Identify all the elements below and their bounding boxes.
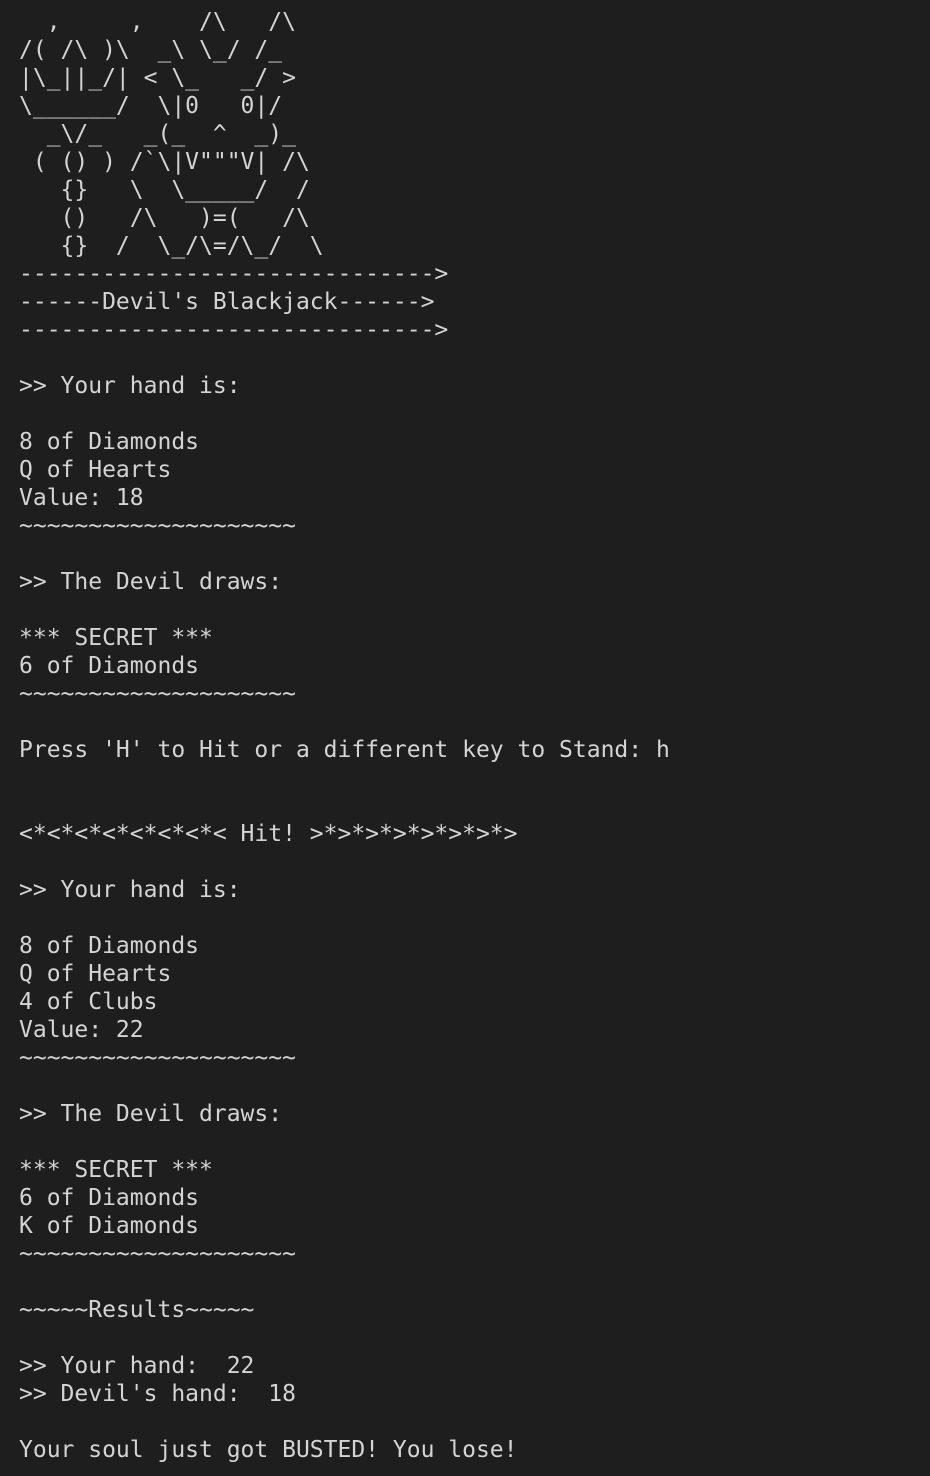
devil-hand-heading: >> The Devil draws:: [19, 569, 283, 595]
devil-card: 6 of Diamonds: [19, 653, 200, 679]
devil-secret-card: *** SECRET ***: [19, 625, 213, 651]
section-divider: ~~~~~~~~~~~~~~~~~~~~: [19, 681, 296, 707]
devil-ascii-art-line: () /\ )=( /\: [19, 205, 310, 231]
devil-ascii-art-line: ( () ) /`\|V"""V| /\: [19, 149, 310, 175]
player-hand-heading: >> Your hand is:: [19, 877, 241, 903]
result-devil-hand: >> Devil's hand: 18: [19, 1381, 296, 1407]
devil-ascii-art-line: \______/ \|0 0|/: [19, 93, 283, 119]
player-hand-heading: >> Your hand is:: [19, 373, 241, 399]
hit-banner: <*<*<*<*<*<*<*< Hit! >*>*>*>*>*>*>*>: [19, 821, 518, 847]
terminal-output: , , /\ /\/( /\ )\ _\ \_/ /_ |\_||_/| < \_…: [19, 8, 919, 1464]
player-hand-value: Value: 22: [19, 1017, 144, 1043]
devil-card: K of Diamonds: [19, 1213, 200, 1239]
devil-ascii-art-line: |\_||_/| < \_ _/ >: [19, 65, 296, 91]
section-divider: ~~~~~~~~~~~~~~~~~~~~: [19, 513, 296, 539]
game-title: ------Devil's Blackjack------>: [19, 289, 435, 315]
devil-card: 6 of Diamonds: [19, 1185, 200, 1211]
title-banner-rule: ------------------------------>: [19, 317, 449, 343]
title-banner-rule: ------------------------------>: [19, 261, 449, 287]
player-card: 8 of Diamonds: [19, 933, 200, 959]
section-divider: ~~~~~~~~~~~~~~~~~~~~: [19, 1241, 296, 1267]
player-card: 4 of Clubs: [19, 989, 158, 1015]
devil-ascii-art-line: {} / \_/\=/\_/ \: [19, 233, 324, 259]
player-hand-value: Value: 18: [19, 485, 144, 511]
game-outcome-message: Your soul just got BUSTED! You lose!: [19, 1437, 518, 1463]
hit-or-stand-prompt[interactable]: Press 'H' to Hit or a different key to S…: [19, 736, 919, 764]
terminal-window[interactable]: , , /\ /\/( /\ )\ _\ \_/ /_ |\_||_/| < \_…: [0, 0, 930, 1476]
devil-hand-heading: >> The Devil draws:: [19, 1101, 283, 1127]
player-card: Q of Hearts: [19, 961, 172, 987]
devil-ascii-art-line: , , /\ /\: [19, 9, 296, 35]
results-heading: ~~~~~Results~~~~~: [19, 1297, 255, 1323]
player-card: 8 of Diamonds: [19, 429, 200, 455]
result-player-hand: >> Your hand: 22: [19, 1353, 255, 1379]
section-divider: ~~~~~~~~~~~~~~~~~~~~: [19, 1045, 296, 1071]
devil-secret-card: *** SECRET ***: [19, 1157, 213, 1183]
devil-ascii-art-line: {} \ \_____/ /: [19, 177, 310, 203]
devil-ascii-art-line: _\/_ _(_ ^ _)_: [19, 121, 296, 147]
player-card: Q of Hearts: [19, 457, 172, 483]
devil-ascii-art-line: /( /\ )\ _\ \_/ /_: [19, 37, 283, 63]
